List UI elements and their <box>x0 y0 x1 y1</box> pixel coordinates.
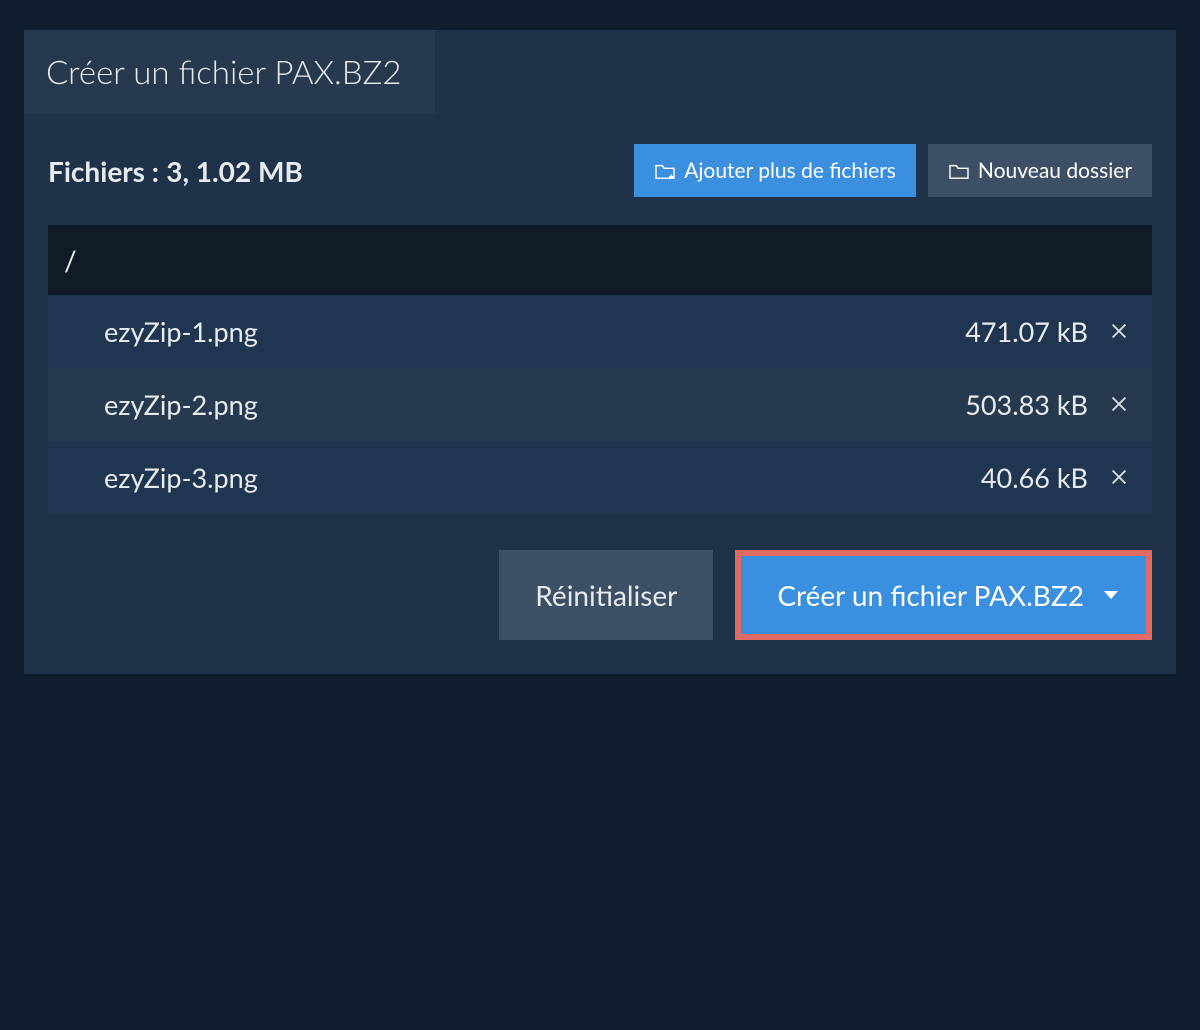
file-name: ezyZip-2.png <box>104 388 965 421</box>
create-button-highlight: Créer un fichier PAX.BZ2 <box>735 550 1152 640</box>
files-count: 3 <box>166 154 182 188</box>
file-row: ezyZip-2.png 503.83 kB <box>48 368 1152 441</box>
header-buttons: Ajouter plus de fichiers Nouveau dossier <box>634 144 1152 197</box>
file-name: ezyZip-1.png <box>104 315 965 348</box>
file-row: ezyZip-1.png 471.07 kB <box>48 295 1152 368</box>
file-size: 503.83 kB <box>965 388 1088 421</box>
reset-label: Réinitialiser <box>535 578 677 612</box>
new-folder-button[interactable]: Nouveau dossier <box>928 144 1152 197</box>
tab-title: Créer un fichier PAX.BZ2 <box>46 52 401 92</box>
add-files-button[interactable]: Ajouter plus de fichiers <box>634 144 916 197</box>
files-label: Fichiers : <box>48 154 159 188</box>
add-files-label: Ajouter plus de fichiers <box>684 158 896 183</box>
file-name: ezyZip-3.png <box>104 461 981 494</box>
reset-button[interactable]: Réinitialiser <box>499 550 713 640</box>
file-row: ezyZip-3.png 40.66 kB <box>48 441 1152 514</box>
folder-icon <box>948 162 970 180</box>
footer-row: Réinitialiser Créer un fichier PAX.BZ2 <box>48 550 1152 640</box>
create-label: Créer un fichier PAX.BZ2 <box>777 578 1084 612</box>
new-folder-label: Nouveau dossier <box>978 158 1132 183</box>
panel-body: Fichiers : 3, 1.02 MB Ajouter plus de fi… <box>24 114 1176 674</box>
header-row: Fichiers : 3, 1.02 MB Ajouter plus de fi… <box>48 144 1152 197</box>
files-summary: Fichiers : 3, 1.02 MB <box>48 154 303 188</box>
archive-panel: Créer un fichier PAX.BZ2 Fichiers : 3, 1… <box>24 30 1176 674</box>
path-row[interactable]: / <box>48 225 1152 295</box>
current-path: / <box>64 243 77 277</box>
tab-create-archive[interactable]: Créer un fichier PAX.BZ2 <box>24 30 435 114</box>
files-total-size: 1.02 MB <box>196 154 303 188</box>
chevron-down-icon <box>1104 591 1118 599</box>
remove-file-icon[interactable] <box>1108 388 1130 421</box>
remove-file-icon[interactable] <box>1108 315 1130 348</box>
file-size: 471.07 kB <box>965 315 1088 348</box>
remove-file-icon[interactable] <box>1108 461 1130 494</box>
file-size: 40.66 kB <box>981 461 1088 494</box>
create-archive-button[interactable]: Créer un fichier PAX.BZ2 <box>741 556 1146 634</box>
folder-add-icon <box>654 162 676 180</box>
file-list: / ezyZip-1.png 471.07 kB ezyZip-2.png 50… <box>48 225 1152 514</box>
